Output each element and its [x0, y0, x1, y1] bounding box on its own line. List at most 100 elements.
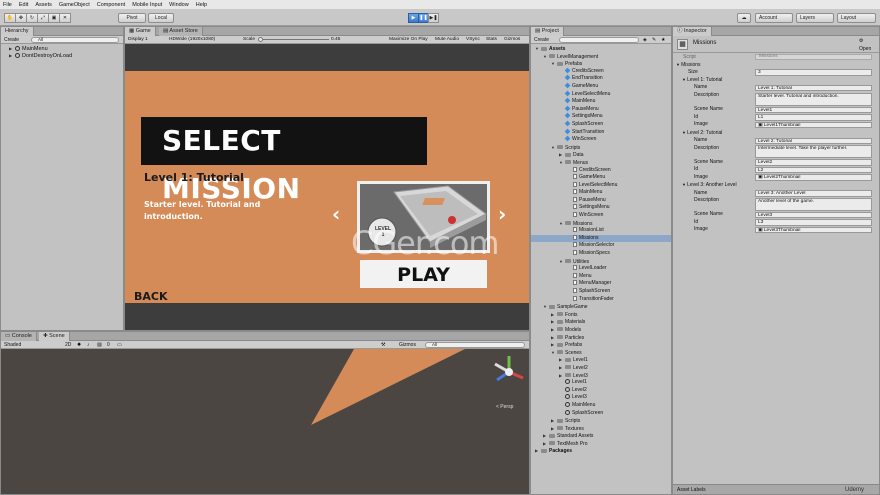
scale-slider-track[interactable] [259, 39, 329, 40]
tab-scene[interactable]: ✚ Scene [39, 332, 70, 341]
project-item[interactable]: PauseMenu [531, 105, 671, 114]
menu-assets[interactable]: Assets [35, 2, 52, 8]
menu-mobile-input[interactable]: Mobile Input [132, 2, 162, 8]
project-item[interactable]: SplashScreen [531, 409, 671, 418]
project-item[interactable]: SplashScreen [531, 120, 671, 129]
scale-slider-handle[interactable] [258, 37, 263, 42]
project-item[interactable]: MainMenu [531, 189, 671, 197]
layers-dropdown[interactable]: Layers [796, 13, 834, 23]
local-toggle[interactable]: Local [148, 13, 174, 23]
menu-file[interactable]: File [3, 2, 12, 8]
property-label[interactable]: ▼ Level 1: Tutorial [682, 76, 722, 84]
back-button[interactable]: BACK [134, 290, 168, 303]
hierarchy-item[interactable]: ▶ DontDestroyOnLoad [1, 52, 123, 59]
property-field[interactable]: L2 [755, 166, 872, 174]
effects-icon[interactable]: ▨ [97, 341, 102, 349]
project-item[interactable]: ▶ Data [531, 151, 671, 159]
property-field[interactable]: Level3 [755, 211, 872, 219]
tab-console[interactable]: ▭ Console [1, 332, 37, 341]
account-dropdown[interactable]: Account [755, 13, 793, 23]
project-search-input[interactable] [559, 37, 639, 43]
step-icon[interactable]: ▶❚ [428, 13, 439, 23]
project-item[interactable]: Level2 [531, 386, 671, 395]
scene-camera-icon[interactable]: ▭ [117, 341, 122, 349]
play-button[interactable]: PLAY [360, 260, 487, 288]
scene-viewport[interactable]: < Persp [1, 349, 529, 494]
open-button[interactable]: Open [859, 46, 871, 52]
menu-window[interactable]: Window [169, 2, 189, 8]
project-item[interactable]: ▶ Packages [531, 447, 671, 455]
project-item[interactable]: ▼ Assets [531, 45, 671, 53]
project-item[interactable]: LevelSelectMenu [531, 90, 671, 99]
project-item[interactable]: ▼ SampleGame [531, 303, 671, 311]
project-item[interactable]: StartTransition [531, 128, 671, 137]
tab-inspector[interactable]: ⓘ Inspector [673, 27, 712, 36]
shading-dropdown[interactable]: Shaded [4, 342, 21, 348]
project-item[interactable]: CreditsScreen [531, 166, 671, 175]
2d-toggle[interactable]: 2D [65, 341, 71, 349]
menu-edit[interactable]: Edit [19, 2, 28, 8]
project-item[interactable]: ▼ Scripts [531, 144, 671, 152]
favorite-icon[interactable]: ★ [661, 36, 665, 44]
tab-hierarchy[interactable]: Hierarchy [1, 27, 34, 36]
project-item[interactable]: WinScreen [531, 135, 671, 144]
display-dropdown[interactable]: Display 1 [128, 36, 148, 44]
transform-tool-icon[interactable]: ✕ [59, 13, 71, 23]
next-mission-button[interactable]: › [498, 202, 506, 226]
project-item[interactable]: GameMenu [531, 82, 671, 91]
persp-label[interactable]: < Persp [496, 404, 513, 410]
create-dropdown[interactable]: Create [4, 37, 19, 43]
project-item[interactable]: ▶ Scripts [531, 417, 671, 425]
hierarchy-search-input[interactable]: All [31, 37, 119, 43]
image-object-field[interactable]: ▣ Level2Thumbnail [755, 174, 872, 181]
scene-search-input[interactable]: All [425, 342, 525, 348]
project-item[interactable]: LevelSelectMenu [531, 181, 671, 190]
property-field[interactable]: 3 [755, 69, 872, 76]
project-item[interactable]: ▶ Textures [531, 425, 671, 433]
audio-icon[interactable]: ♪ [87, 341, 90, 349]
project-item[interactable]: ▼ Menus [531, 159, 671, 167]
project-item[interactable]: MissionSelector [531, 242, 671, 250]
project-item[interactable]: ▼ Utilities [531, 258, 671, 266]
project-item[interactable]: MainMenu [531, 97, 671, 106]
project-item[interactable]: MissionSpecs [531, 250, 671, 258]
project-item[interactable]: MenuManager [531, 280, 671, 288]
property-field[interactable]: Intermediate level. Take the player furt… [755, 145, 872, 159]
cloud-icon[interactable]: ☁ [737, 13, 751, 23]
project-create-dropdown[interactable]: Create [534, 37, 549, 43]
project-item[interactable]: TransitionFader [531, 295, 671, 304]
scene-orientation-gizmo-icon[interactable] [489, 352, 529, 392]
project-item[interactable]: Menu [531, 272, 671, 281]
lighting-icon[interactable]: ✹ [77, 341, 81, 349]
tab-asset-store[interactable]: ▤ Asset Store [159, 27, 203, 36]
project-item[interactable]: ▼ Scenes [531, 349, 671, 357]
project-item[interactable]: ▶ Particles [531, 334, 671, 342]
project-item[interactable]: ▼ Missions [531, 220, 671, 228]
project-item[interactable]: MainMenu [531, 401, 671, 410]
maximize-on-play-toggle[interactable]: Maximize On Play [389, 36, 428, 44]
filter-type-icon[interactable]: ◈ [643, 36, 647, 44]
project-item[interactable]: ▶ Fonts [531, 311, 671, 319]
stats-toggle[interactable]: Stats [486, 36, 497, 44]
property-field[interactable]: Level1 [755, 106, 872, 113]
project-item[interactable]: SplashScreen [531, 288, 671, 296]
project-item[interactable]: WinScreen [531, 212, 671, 220]
settings-gear-icon[interactable]: ⚙ [859, 38, 863, 44]
filter-label-icon[interactable]: ✎ [652, 36, 656, 44]
project-item[interactable]: Missions [531, 234, 671, 243]
tab-project[interactable]: ▤ Project [531, 27, 564, 36]
property-label[interactable]: ▼ Level 2: Tutorial [682, 129, 722, 137]
vsync-toggle[interactable]: VSync [466, 36, 480, 44]
project-item[interactable]: ▶ Level2 [531, 364, 671, 372]
property-field[interactable]: Level2 [755, 159, 872, 166]
property-field[interactable]: Level 2: Tutorial [755, 137, 872, 144]
project-item[interactable]: MissionList [531, 227, 671, 235]
mute-audio-toggle[interactable]: Mute Audio [435, 36, 459, 44]
gizmos-dropdown[interactable]: Gizmos [504, 36, 520, 44]
project-item[interactable]: ▶ Level3 [531, 372, 671, 380]
image-object-field[interactable]: ▣ Level1Thumbnail [755, 121, 872, 129]
scene-gizmos-dropdown[interactable]: Gizmos [399, 341, 416, 349]
project-item[interactable]: CreditsScreen [531, 67, 671, 76]
property-field[interactable]: Another level of the game. [755, 197, 872, 211]
project-item[interactable]: Level1 [531, 379, 671, 387]
